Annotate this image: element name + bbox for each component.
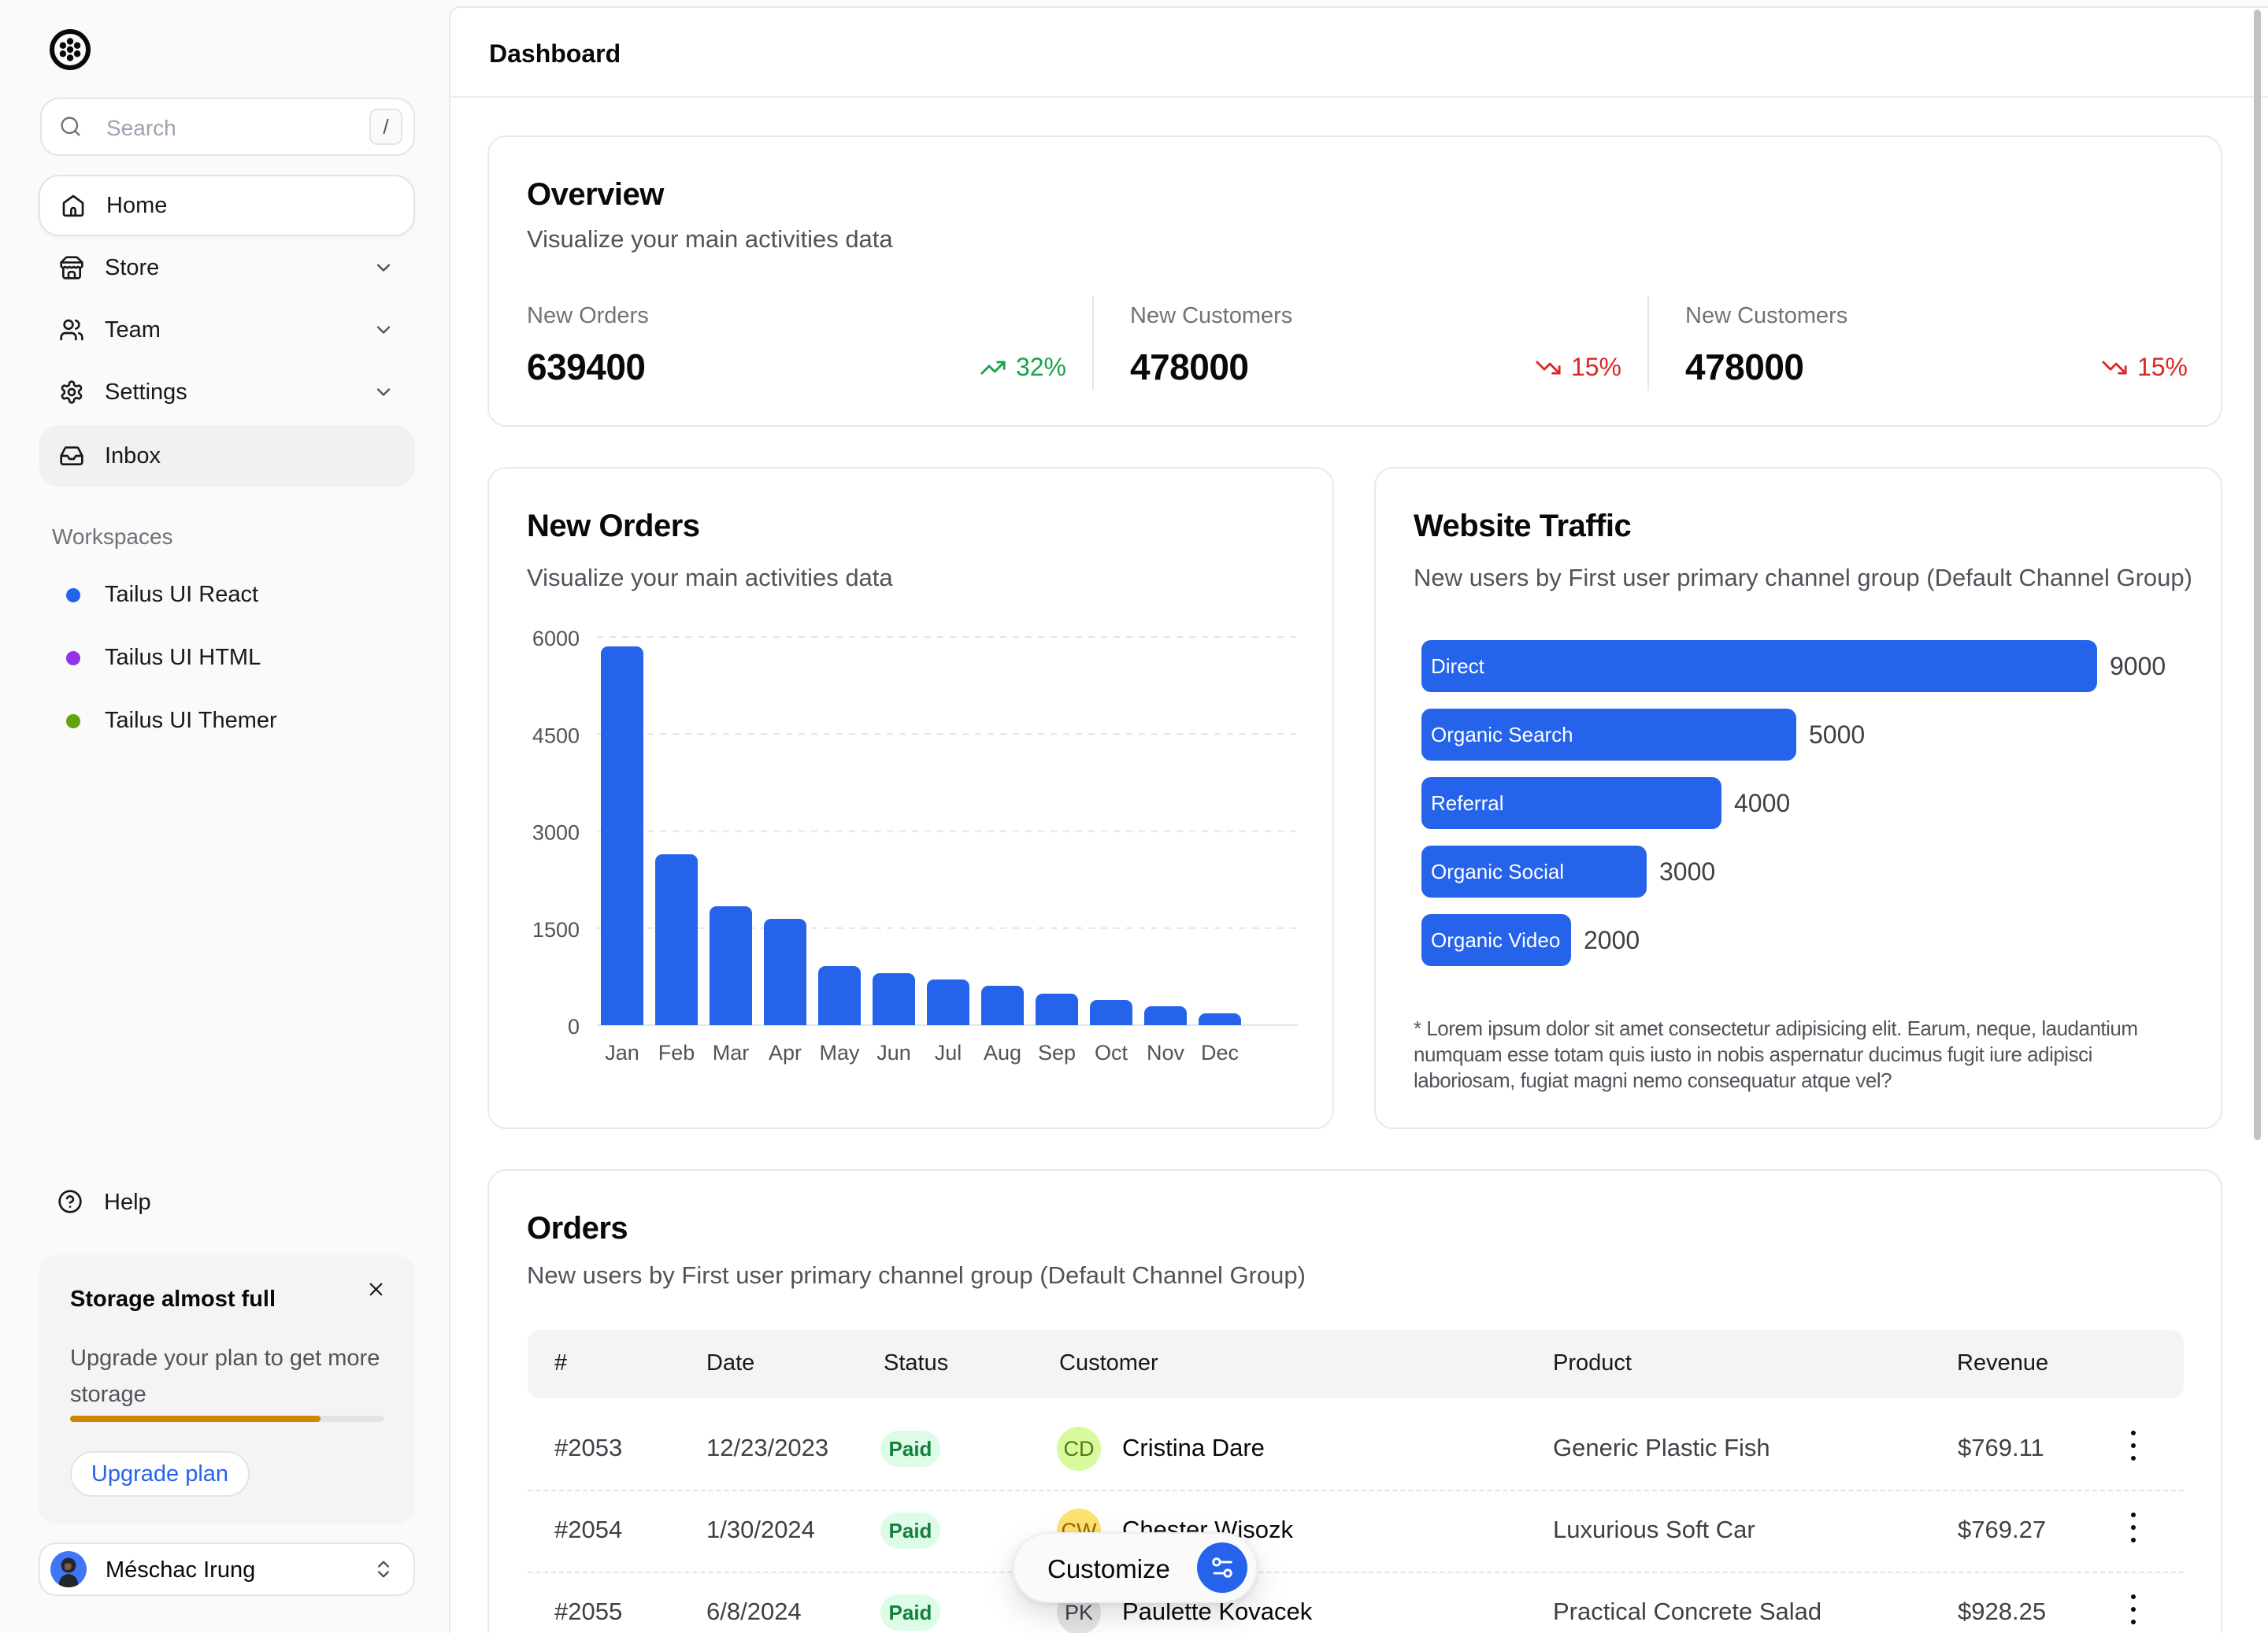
svg-text:May: May: [819, 1041, 860, 1065]
svg-text:Apr: Apr: [769, 1041, 802, 1065]
svg-text:Nov: Nov: [1147, 1041, 1185, 1065]
svg-text:Jan: Jan: [605, 1041, 639, 1065]
svg-text:Dec: Dec: [1201, 1041, 1239, 1065]
svg-text:Mar: Mar: [713, 1041, 750, 1065]
svg-text:Oct: Oct: [1095, 1041, 1128, 1065]
svg-text:1500: 1500: [532, 918, 580, 942]
svg-text:6000: 6000: [532, 627, 580, 650]
svg-text:4500: 4500: [532, 724, 580, 747]
svg-text:Jul: Jul: [935, 1041, 962, 1065]
svg-text:Aug: Aug: [984, 1041, 1021, 1065]
svg-text:0: 0: [568, 1015, 580, 1039]
svg-text:3000: 3000: [532, 821, 580, 845]
svg-text:Jun: Jun: [876, 1041, 911, 1065]
svg-text:Feb: Feb: [658, 1041, 695, 1065]
svg-text:Sep: Sep: [1038, 1041, 1076, 1065]
